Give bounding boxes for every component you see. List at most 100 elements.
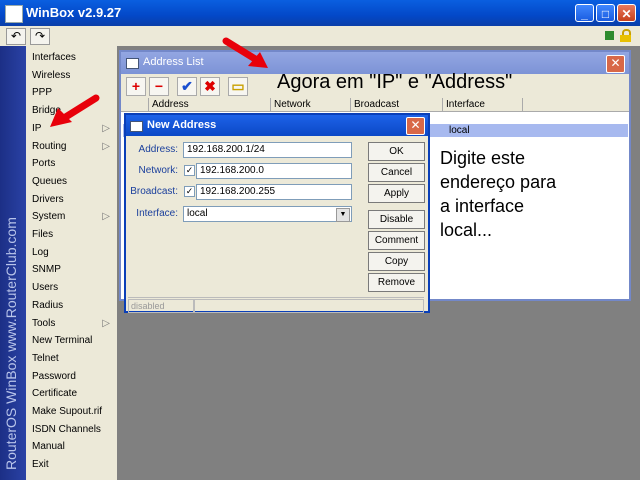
- menu-item-system[interactable]: System ▷: [32, 208, 116, 225]
- column-broadcast[interactable]: Broadcast: [351, 98, 443, 112]
- menu-item-routing[interactable]: Routing ▷: [32, 138, 116, 155]
- menu-item-telnet[interactable]: Telnet: [32, 350, 116, 367]
- submenu-arrow-icon: ▷: [102, 140, 110, 152]
- menu-item-label: Wireless: [32, 69, 71, 81]
- menu-item-label: ISDN Channels: [32, 423, 101, 435]
- menu-item-interfaces[interactable]: Interfaces: [32, 49, 116, 66]
- menu-item-tools[interactable]: Tools ▷: [32, 315, 116, 332]
- menu-item-exit[interactable]: Exit: [32, 456, 116, 473]
- menu-item-new-terminal[interactable]: New Terminal: [32, 332, 116, 349]
- menu-item-manual[interactable]: Manual: [32, 438, 116, 455]
- close-button[interactable]: ✕: [617, 4, 636, 22]
- menu-item-label: Tools: [32, 317, 56, 329]
- network-checkbox[interactable]: ✓: [184, 165, 195, 176]
- interface-label: Interface:: [136, 208, 178, 219]
- menu-item-drivers[interactable]: Drivers: [32, 191, 116, 208]
- broadcast-field[interactable]: 192.168.200.255: [196, 184, 352, 200]
- disable-icon[interactable]: ✖: [200, 77, 220, 96]
- annotation-line: endereço para: [440, 172, 557, 192]
- undo-button[interactable]: ↶: [6, 28, 26, 45]
- menu-item-label: Telnet: [32, 352, 59, 364]
- arrow-to-title-icon: [222, 37, 268, 68]
- menu-item-label: Manual: [32, 441, 65, 453]
- menu-item-log[interactable]: Log: [32, 244, 116, 261]
- annotation-line: local...: [440, 220, 493, 240]
- menu-item-label: Exit: [32, 459, 49, 471]
- menu-item-snmp[interactable]: SNMP: [32, 261, 116, 278]
- menu-item-label: Interfaces: [32, 52, 76, 63]
- address-field[interactable]: 192.168.200.1/24: [183, 142, 352, 158]
- enable-icon[interactable]: ✔: [177, 77, 197, 96]
- network-field[interactable]: 192.168.200.0: [196, 163, 352, 179]
- annotation-line: a interface: [440, 196, 525, 216]
- menu-item-label: IP: [32, 122, 42, 134]
- status-empty: [194, 299, 424, 313]
- menu-item-label: Radius: [32, 299, 64, 311]
- menu-item-isdn-channels[interactable]: ISDN Channels: [32, 421, 116, 438]
- menu-item-ports[interactable]: Ports: [32, 155, 116, 172]
- interface-value: local: [187, 208, 208, 219]
- new-address-dialog: New Address ✕ Address: 192.168.200.1/24 …: [124, 113, 430, 313]
- network-label: Network:: [138, 165, 178, 176]
- column-network[interactable]: Network: [271, 98, 351, 112]
- menu-item-label: Log: [32, 246, 49, 258]
- redo-button[interactable]: ↷: [30, 28, 50, 45]
- add-icon[interactable]: +: [126, 77, 146, 96]
- menu-item-queues[interactable]: Queues: [32, 173, 116, 190]
- broadcast-checkbox[interactable]: ✓: [184, 186, 195, 197]
- cancel-button[interactable]: Cancel: [368, 163, 425, 182]
- menu-item-label: Routing: [32, 140, 67, 152]
- window-icon: [126, 58, 139, 69]
- menu-item-label: Files: [32, 229, 54, 240]
- address-list-close-button[interactable]: ✕: [606, 55, 625, 73]
- window-title: WinBox v2.9.27: [26, 5, 122, 20]
- apply-button[interactable]: Apply: [368, 184, 425, 203]
- menu-item-make-supout-rif[interactable]: Make Supout.rif: [32, 403, 116, 420]
- disable-button[interactable]: Disable: [368, 210, 425, 229]
- window-icon: [130, 121, 143, 132]
- window-titlebar: WinBox v2.9.27 _ □ ✕: [0, 0, 640, 26]
- interface-select[interactable]: local ▼: [183, 206, 352, 222]
- menu-item-users[interactable]: Users: [32, 279, 116, 296]
- connection-status-icon: [605, 31, 614, 40]
- annotation-top: Agora em "IP" e "Address": [277, 71, 513, 93]
- menu-item-label: SNMP: [32, 264, 61, 276]
- lock-icon: [620, 29, 631, 42]
- submenu-arrow-icon: ▷: [102, 211, 110, 223]
- column-filler: [523, 98, 629, 112]
- address-list-title: Address List: [143, 56, 204, 68]
- remove-button[interactable]: Remove: [368, 273, 425, 292]
- menu-item-radius[interactable]: Radius: [32, 297, 116, 314]
- address-label: Address:: [138, 144, 178, 155]
- menu-item-label: Password: [32, 370, 76, 382]
- broadcast-label: Broadcast:: [130, 186, 178, 197]
- column-spacer: [121, 98, 149, 112]
- dialog-statusbar: disabled: [128, 297, 424, 313]
- comment-icon[interactable]: ▭: [228, 77, 248, 96]
- ok-button[interactable]: OK: [368, 142, 425, 161]
- menu-item-wireless[interactable]: Wireless: [32, 67, 116, 84]
- submenu-arrow-icon: ▷: [102, 317, 110, 329]
- menu-item-label: Ports: [32, 158, 56, 170]
- brand-strip: RouterOS WinBox www.RouterClub.com: [0, 46, 26, 480]
- minimize-button[interactable]: _: [575, 4, 594, 22]
- column-interface[interactable]: Interface: [443, 98, 523, 112]
- menu-item-label: New Terminal: [32, 335, 93, 347]
- menu-item-certificate[interactable]: Certificate: [32, 385, 116, 402]
- chevron-down-icon[interactable]: ▼: [336, 208, 350, 222]
- column-address[interactable]: Address: [149, 98, 271, 112]
- menu-item-label: Drivers: [32, 193, 64, 205]
- maximize-button[interactable]: □: [596, 4, 615, 22]
- main-toolbar: ↶ ↷: [0, 26, 640, 47]
- remove-icon[interactable]: −: [149, 77, 169, 96]
- menu-item-label: Queues: [32, 175, 68, 187]
- new-address-titlebar: New Address ✕: [126, 115, 428, 136]
- copy-button[interactable]: Copy: [368, 252, 425, 271]
- menu-item-password[interactable]: Password: [32, 368, 116, 385]
- new-address-close-button[interactable]: ✕: [406, 117, 425, 135]
- winbox-app-icon: [5, 5, 23, 23]
- menu-item-files[interactable]: Files: [32, 226, 116, 243]
- comment-button[interactable]: Comment: [368, 231, 425, 250]
- menu-item-label: Make Supout.rif: [32, 406, 103, 417]
- menu-item-label: Users: [32, 282, 59, 294]
